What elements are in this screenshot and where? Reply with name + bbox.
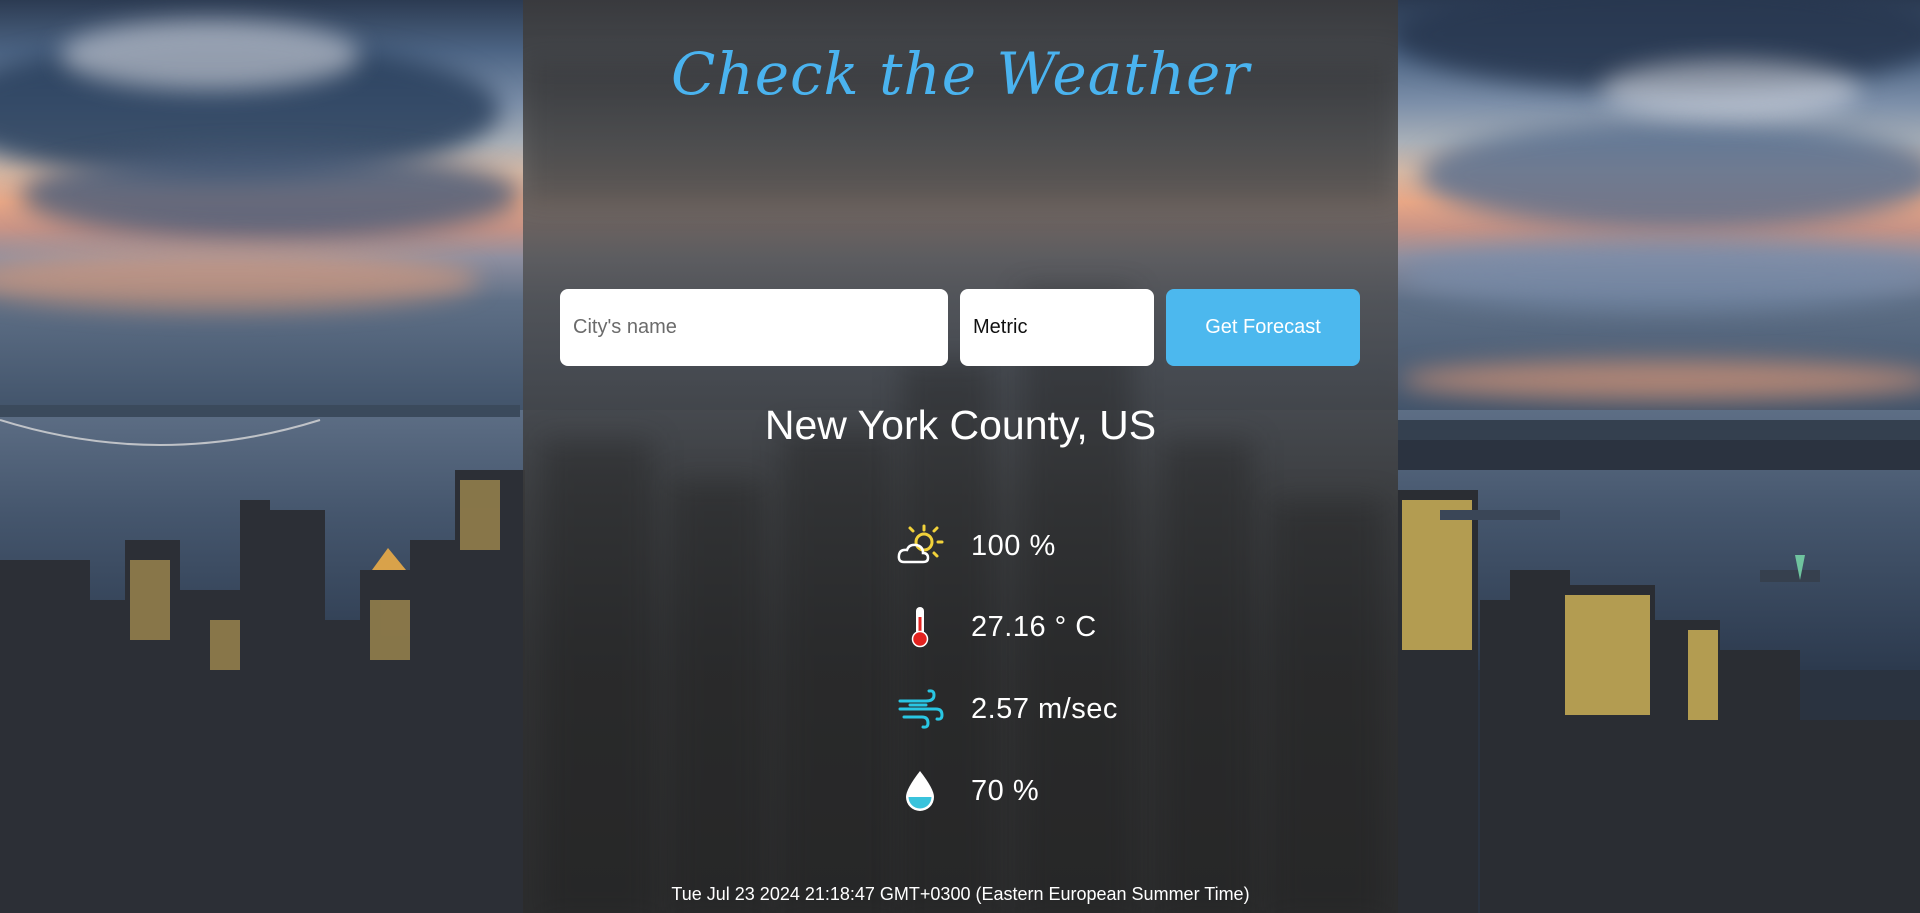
- water-drop-icon: [896, 767, 944, 815]
- partly-cloudy-icon: [896, 522, 944, 570]
- weather-panel: Check the Weather Metric Get Forecast Ne…: [523, 0, 1398, 913]
- current-datetime: Tue Jul 23 2024 21:18:47 GMT+0300 (Easte…: [671, 884, 1250, 904]
- wind-row: 2.57 m/sec: [896, 684, 1118, 734]
- cloudiness-row: 100 %: [896, 521, 1056, 571]
- thermometer-icon: [896, 603, 944, 651]
- wind-icon: [896, 685, 944, 733]
- humidity-value: 70 %: [971, 774, 1040, 807]
- humidity-row: 70 %: [896, 766, 1039, 816]
- cloudiness-value: 100 %: [971, 529, 1056, 562]
- temperature-row: 27.16 ° C: [896, 602, 1097, 652]
- background-photo: Check the Weather Metric Get Forecast Ne…: [0, 0, 1920, 913]
- weather-metrics: 100 % 27.16 ° C 2.57 m/sec 70 %: [523, 0, 1398, 913]
- wind-speed-value: 2.57 m/sec: [971, 692, 1118, 725]
- temperature-value: 27.16 ° C: [971, 610, 1097, 643]
